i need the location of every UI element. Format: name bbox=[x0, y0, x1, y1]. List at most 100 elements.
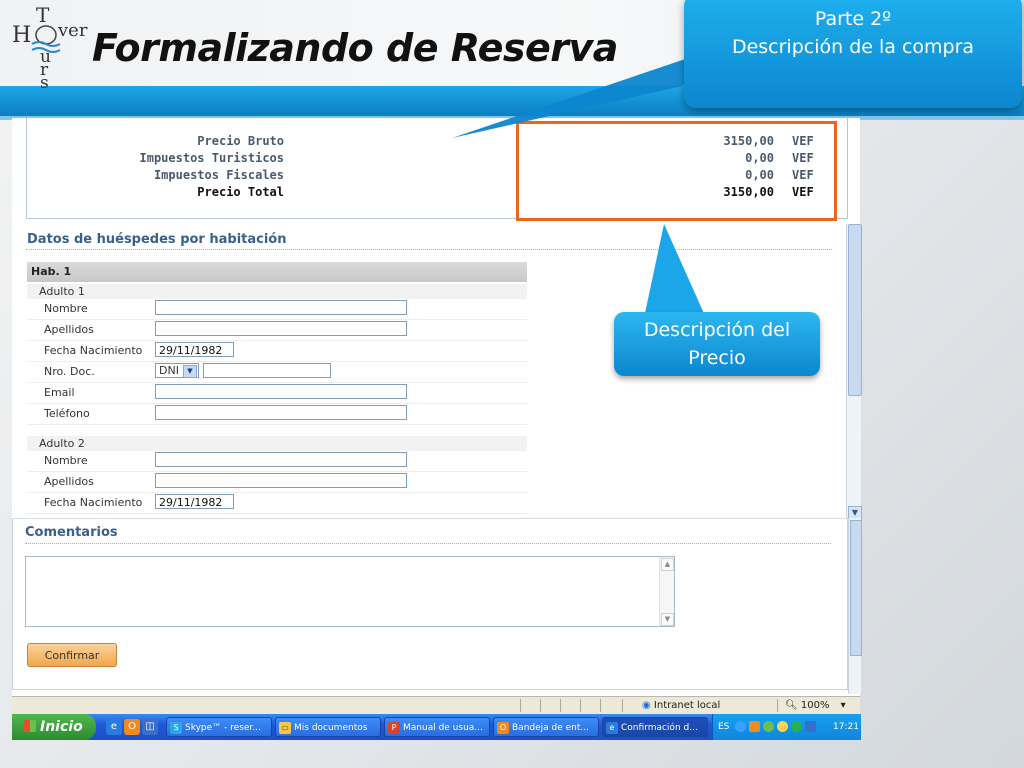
slide-title: Formalizando de Reserva bbox=[92, 26, 618, 70]
field-label: Nombre bbox=[44, 454, 88, 467]
language-indicator[interactable]: ES bbox=[718, 722, 729, 732]
status-icon[interactable] bbox=[791, 721, 802, 732]
windows-logo-icon bbox=[24, 720, 36, 732]
powerpoint-icon: P bbox=[388, 722, 400, 734]
task-label: Skype™ - reser... bbox=[185, 723, 261, 733]
magnifier-icon: 🔍︎ bbox=[785, 700, 798, 711]
start-button[interactable]: Inicio bbox=[12, 714, 96, 740]
adult-2-fecha-input[interactable]: 29/11/1982 bbox=[155, 494, 234, 509]
logo-letters-ver: ver bbox=[57, 20, 88, 41]
adult-1-apellidos-input[interactable] bbox=[155, 321, 407, 336]
adult-1-email-row: Email bbox=[27, 383, 527, 404]
price-label: Precio Bruto bbox=[197, 134, 284, 148]
field-label: Nombre bbox=[44, 302, 88, 315]
field-label: Apellidos bbox=[44, 475, 94, 488]
security-zone: ◉ Intranet local bbox=[642, 700, 720, 711]
security-zone-label: Intranet local bbox=[653, 700, 721, 711]
outlook-tray-icon[interactable] bbox=[749, 721, 760, 732]
chevron-down-icon[interactable]: ▼ bbox=[183, 365, 197, 378]
field-label: Fecha Nacimiento bbox=[44, 344, 143, 357]
ie-icon: e bbox=[606, 722, 618, 734]
adult-2-nombre-row: Nombre bbox=[27, 451, 527, 472]
zoom-level[interactable]: 🔍︎ 100% ▾ bbox=[785, 700, 846, 711]
adult-1-doc-type-select[interactable]: DNI ▼ bbox=[155, 363, 199, 378]
globe-icon: ◉ bbox=[642, 700, 651, 711]
outlook-icon: O bbox=[497, 722, 509, 734]
speaker-icon[interactable] bbox=[777, 721, 788, 732]
field-label: Email bbox=[44, 386, 75, 399]
adult-1-fecha-input[interactable]: 29/11/1982 bbox=[155, 342, 234, 357]
task-label: Manual de usua... bbox=[403, 723, 483, 733]
price-highlight-frame bbox=[516, 121, 837, 221]
callout-part-two: Parte 2º Descripción de la compra bbox=[684, 0, 1022, 108]
clock: 17:21 bbox=[833, 722, 859, 732]
scroll-up-icon[interactable]: ▲ bbox=[661, 558, 674, 571]
start-label: Inicio bbox=[40, 719, 83, 735]
adult-1-nombre-input[interactable] bbox=[155, 300, 407, 315]
adult-1-telefono-row: Teléfono bbox=[27, 404, 527, 425]
comments-pane: Comentarios ▲ ▼ Confirmar bbox=[12, 518, 848, 690]
folder-icon: ▭ bbox=[279, 722, 291, 734]
windows-taskbar: Inicio e O ◫ S Skype™ - reser... ▭ Mis d… bbox=[12, 714, 861, 740]
adult-1-doc-number-input[interactable] bbox=[203, 363, 331, 378]
callout-desc-line1: Descripción del bbox=[643, 319, 791, 341]
textarea-scrollbar[interactable]: ▲ ▼ bbox=[659, 557, 674, 626]
task-bandeja[interactable]: O Bandeja de ent... bbox=[493, 717, 599, 737]
ie-quicklaunch-icon[interactable]: e bbox=[106, 719, 122, 735]
browser-statusbar: ◉ Intranet local 🔍︎ 100% ▾ bbox=[12, 696, 860, 715]
shield-icon[interactable] bbox=[763, 721, 774, 732]
select-value: DNI bbox=[159, 364, 179, 377]
section-divider bbox=[25, 543, 831, 544]
adult-1-header: Adulto 1 bbox=[27, 284, 527, 299]
field-label: Fecha Nacimiento bbox=[44, 496, 143, 509]
skype-icon: S bbox=[170, 722, 182, 734]
comments-textarea[interactable]: ▲ ▼ bbox=[25, 556, 675, 627]
logo-letter-t: T bbox=[36, 4, 50, 27]
adult-2-apellidos-row: Apellidos bbox=[27, 472, 527, 493]
price-label: Precio Total bbox=[197, 185, 284, 199]
vnc-icon[interactable] bbox=[805, 721, 816, 732]
adult-1-fecha-row: Fecha Nacimiento 29/11/1982 bbox=[27, 341, 527, 362]
task-label: Bandeja de ent... bbox=[512, 723, 589, 733]
adult-1-apellidos-row: Apellidos bbox=[27, 320, 527, 341]
desktop-quicklaunch-icon[interactable]: ◫ bbox=[142, 719, 158, 735]
task-confirmacion[interactable]: e Confirmación d... bbox=[602, 717, 708, 737]
lower-scrollbar-thumb[interactable] bbox=[850, 520, 862, 656]
back-arrow-icon[interactable] bbox=[735, 721, 746, 732]
task-skype[interactable]: S Skype™ - reser... bbox=[166, 717, 272, 737]
callout-part-line2: Descripción de la compra bbox=[731, 36, 975, 58]
svg-text:s: s bbox=[40, 73, 49, 88]
adult-1-doc-row: Nro. Doc. DNI ▼ bbox=[27, 362, 527, 383]
lower-scrollbar[interactable] bbox=[848, 518, 862, 694]
task-label: Confirmación d... bbox=[621, 723, 698, 733]
adult-1-telefono-input[interactable] bbox=[155, 405, 407, 420]
page-scrollbar-thumb[interactable] bbox=[848, 224, 862, 396]
price-label: Impuestos Turisticos bbox=[139, 151, 285, 165]
logo-wave-icon bbox=[31, 41, 61, 47]
scroll-down-icon[interactable]: ▼ bbox=[661, 613, 674, 626]
adult-1-nombre-row: Nombre bbox=[27, 299, 527, 320]
adult-2-nombre-input[interactable] bbox=[155, 452, 407, 467]
adult-2-header: Adulto 2 bbox=[27, 436, 527, 451]
zoom-label: 100% bbox=[800, 700, 830, 711]
outlook-quicklaunch-icon[interactable]: O bbox=[124, 719, 140, 735]
task-label: Mis documentos bbox=[294, 723, 368, 733]
confirm-button[interactable]: Confirmar bbox=[27, 643, 117, 667]
guests-section-title: Datos de huéspedes por habitación bbox=[27, 232, 287, 247]
adult-1-email-input[interactable] bbox=[155, 384, 407, 399]
task-mis-documentos[interactable]: ▭ Mis documentos bbox=[275, 717, 381, 737]
callout-price-description: Descripción del Precio bbox=[614, 312, 820, 376]
task-manual[interactable]: P Manual de usua... bbox=[384, 717, 490, 737]
room-header: Hab. 1 bbox=[27, 262, 527, 282]
system-tray: ES 17:21 bbox=[712, 714, 861, 740]
hover-tours-logo: T H ver u r s bbox=[8, 3, 94, 93]
chevron-down-icon[interactable]: ▾ bbox=[841, 700, 846, 711]
section-divider bbox=[26, 249, 832, 250]
adult-2-fecha-row: Fecha Nacimiento 29/11/1982 bbox=[27, 493, 527, 514]
price-label: Impuestos Fiscales bbox=[153, 168, 284, 182]
callout-desc-line2: Precio bbox=[688, 347, 746, 369]
callout-part-line1: Parte 2º bbox=[814, 8, 892, 30]
comments-title: Comentarios bbox=[25, 525, 118, 540]
field-label: Apellidos bbox=[44, 323, 94, 336]
adult-2-apellidos-input[interactable] bbox=[155, 473, 407, 488]
